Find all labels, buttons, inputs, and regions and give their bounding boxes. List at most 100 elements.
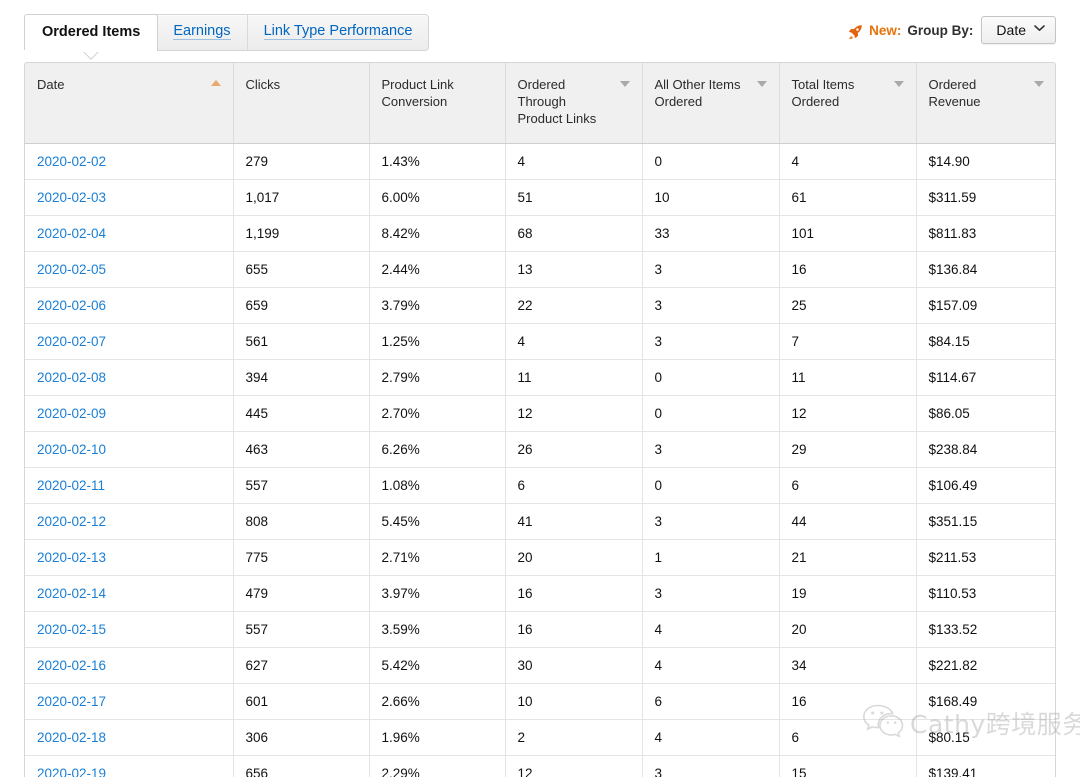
cell-ordered-revenue: $157.09 [916,288,1056,324]
column-header-product-link-conversion[interactable]: Product Link Conversion [369,63,505,144]
date-link[interactable]: 2020-02-11 [37,478,105,493]
date-link[interactable]: 2020-02-13 [37,550,106,565]
date-link[interactable]: 2020-02-19 [37,766,106,777]
cell-all-other-items-ordered: 4 [642,720,779,756]
date-link[interactable]: 2020-02-04 [37,226,106,241]
cell-ordered-through-product-links: 20 [505,540,642,576]
cell-ordered-through-product-links: 11 [505,360,642,396]
column-header-total-items-ordered[interactable]: Total Items Ordered [779,63,916,144]
cell-date: 2020-02-12 [25,504,233,540]
table-row: 2020-02-041,1998.42%6833101$811.83 [25,216,1056,252]
cell-date: 2020-02-08 [25,360,233,396]
cell-date: 2020-02-14 [25,576,233,612]
group-by-control: New: Group By: Date [848,16,1056,44]
report-table-container: Date Clicks Product Link Conversion [24,62,1056,777]
column-header-ordered-through-product-links-label: Ordered Through Product Links [518,76,614,127]
date-link[interactable]: 2020-02-16 [37,658,106,673]
column-header-clicks[interactable]: Clicks [233,63,369,144]
table-row: 2020-02-155573.59%16420$133.52 [25,612,1056,648]
date-link[interactable]: 2020-02-06 [37,298,106,313]
column-header-date[interactable]: Date [25,63,233,144]
date-link[interactable]: 2020-02-03 [37,190,106,205]
cell-all-other-items-ordered: 3 [642,756,779,777]
sort-descending-icon[interactable] [1034,81,1044,87]
date-link[interactable]: 2020-02-14 [37,586,106,601]
cell-ordered-through-product-links: 13 [505,252,642,288]
cell-total-items-ordered: 61 [779,180,916,216]
sort-descending-icon[interactable] [757,81,767,87]
date-link[interactable]: 2020-02-08 [37,370,106,385]
cell-date: 2020-02-06 [25,288,233,324]
date-link[interactable]: 2020-02-05 [37,262,106,277]
table-row: 2020-02-094452.70%12012$86.05 [25,396,1056,432]
cell-all-other-items-ordered: 6 [642,684,779,720]
cell-product-link-conversion: 2.44% [369,252,505,288]
cell-ordered-revenue: $80.15 [916,720,1056,756]
cell-ordered-through-product-links: 6 [505,468,642,504]
cell-all-other-items-ordered: 0 [642,360,779,396]
cell-all-other-items-ordered: 33 [642,216,779,252]
cell-ordered-through-product-links: 12 [505,396,642,432]
cell-total-items-ordered: 15 [779,756,916,777]
cell-ordered-revenue: $168.49 [916,684,1056,720]
date-link[interactable]: 2020-02-10 [37,442,106,457]
cell-ordered-revenue: $211.53 [916,540,1056,576]
date-link[interactable]: 2020-02-07 [37,334,106,349]
cell-product-link-conversion: 3.79% [369,288,505,324]
column-header-ordered-through-product-links[interactable]: Ordered Through Product Links [505,63,642,144]
cell-date: 2020-02-03 [25,180,233,216]
cell-ordered-through-product-links: 16 [505,576,642,612]
sort-descending-icon[interactable] [620,81,630,87]
date-link[interactable]: 2020-02-02 [37,154,106,169]
group-by-selected-value: Date [996,22,1026,38]
cell-date: 2020-02-13 [25,540,233,576]
group-by-select[interactable]: Date [981,16,1056,44]
sort-ascending-icon[interactable] [211,80,221,86]
date-link[interactable]: 2020-02-09 [37,406,106,421]
table-row: 2020-02-056552.44%13316$136.84 [25,252,1056,288]
cell-date: 2020-02-10 [25,432,233,468]
top-bar: Ordered Items Earnings Link Type Perform… [0,0,1080,62]
cell-date: 2020-02-19 [25,756,233,777]
date-link[interactable]: 2020-02-18 [37,730,106,745]
cell-all-other-items-ordered: 0 [642,144,779,180]
date-link[interactable]: 2020-02-17 [37,694,106,709]
cell-ordered-revenue: $84.15 [916,324,1056,360]
date-link[interactable]: 2020-02-12 [37,514,106,529]
table-row: 2020-02-176012.66%10616$168.49 [25,684,1056,720]
column-header-ordered-revenue[interactable]: Ordered Revenue [916,63,1056,144]
tab-earnings-label: Earnings [173,23,230,40]
table-row: 2020-02-183061.96%246$80.15 [25,720,1056,756]
cell-ordered-through-product-links: 30 [505,648,642,684]
cell-clicks: 306 [233,720,369,756]
cell-product-link-conversion: 2.66% [369,684,505,720]
cell-product-link-conversion: 3.59% [369,612,505,648]
column-header-ordered-revenue-label: Ordered Revenue [929,76,1029,110]
date-link[interactable]: 2020-02-15 [37,622,106,637]
table-row: 2020-02-075611.25%437$84.15 [25,324,1056,360]
sort-descending-icon[interactable] [894,81,904,87]
cell-ordered-through-product-links: 12 [505,756,642,777]
cell-ordered-revenue: $139.41 [916,756,1056,777]
cell-all-other-items-ordered: 4 [642,648,779,684]
cell-product-link-conversion: 1.25% [369,324,505,360]
cell-ordered-through-product-links: 26 [505,432,642,468]
group-by-new-badge: New: [869,23,901,38]
column-header-all-other-items-ordered[interactable]: All Other Items Ordered [642,63,779,144]
cell-total-items-ordered: 29 [779,432,916,468]
tab-link-type-performance[interactable]: Link Type Performance [248,15,429,50]
tab-ordered-items[interactable]: Ordered Items [24,14,158,50]
cell-clicks: 1,017 [233,180,369,216]
cell-clicks: 279 [233,144,369,180]
cell-product-link-conversion: 1.08% [369,468,505,504]
cell-date: 2020-02-05 [25,252,233,288]
tab-ordered-items-label: Ordered Items [42,24,140,40]
cell-clicks: 463 [233,432,369,468]
cell-all-other-items-ordered: 4 [642,612,779,648]
cell-clicks: 655 [233,252,369,288]
column-header-clicks-label: Clicks [246,76,281,93]
tab-earnings[interactable]: Earnings [157,15,247,50]
cell-all-other-items-ordered: 3 [642,432,779,468]
cell-all-other-items-ordered: 0 [642,396,779,432]
report-page: Ordered Items Earnings Link Type Perform… [0,0,1080,777]
